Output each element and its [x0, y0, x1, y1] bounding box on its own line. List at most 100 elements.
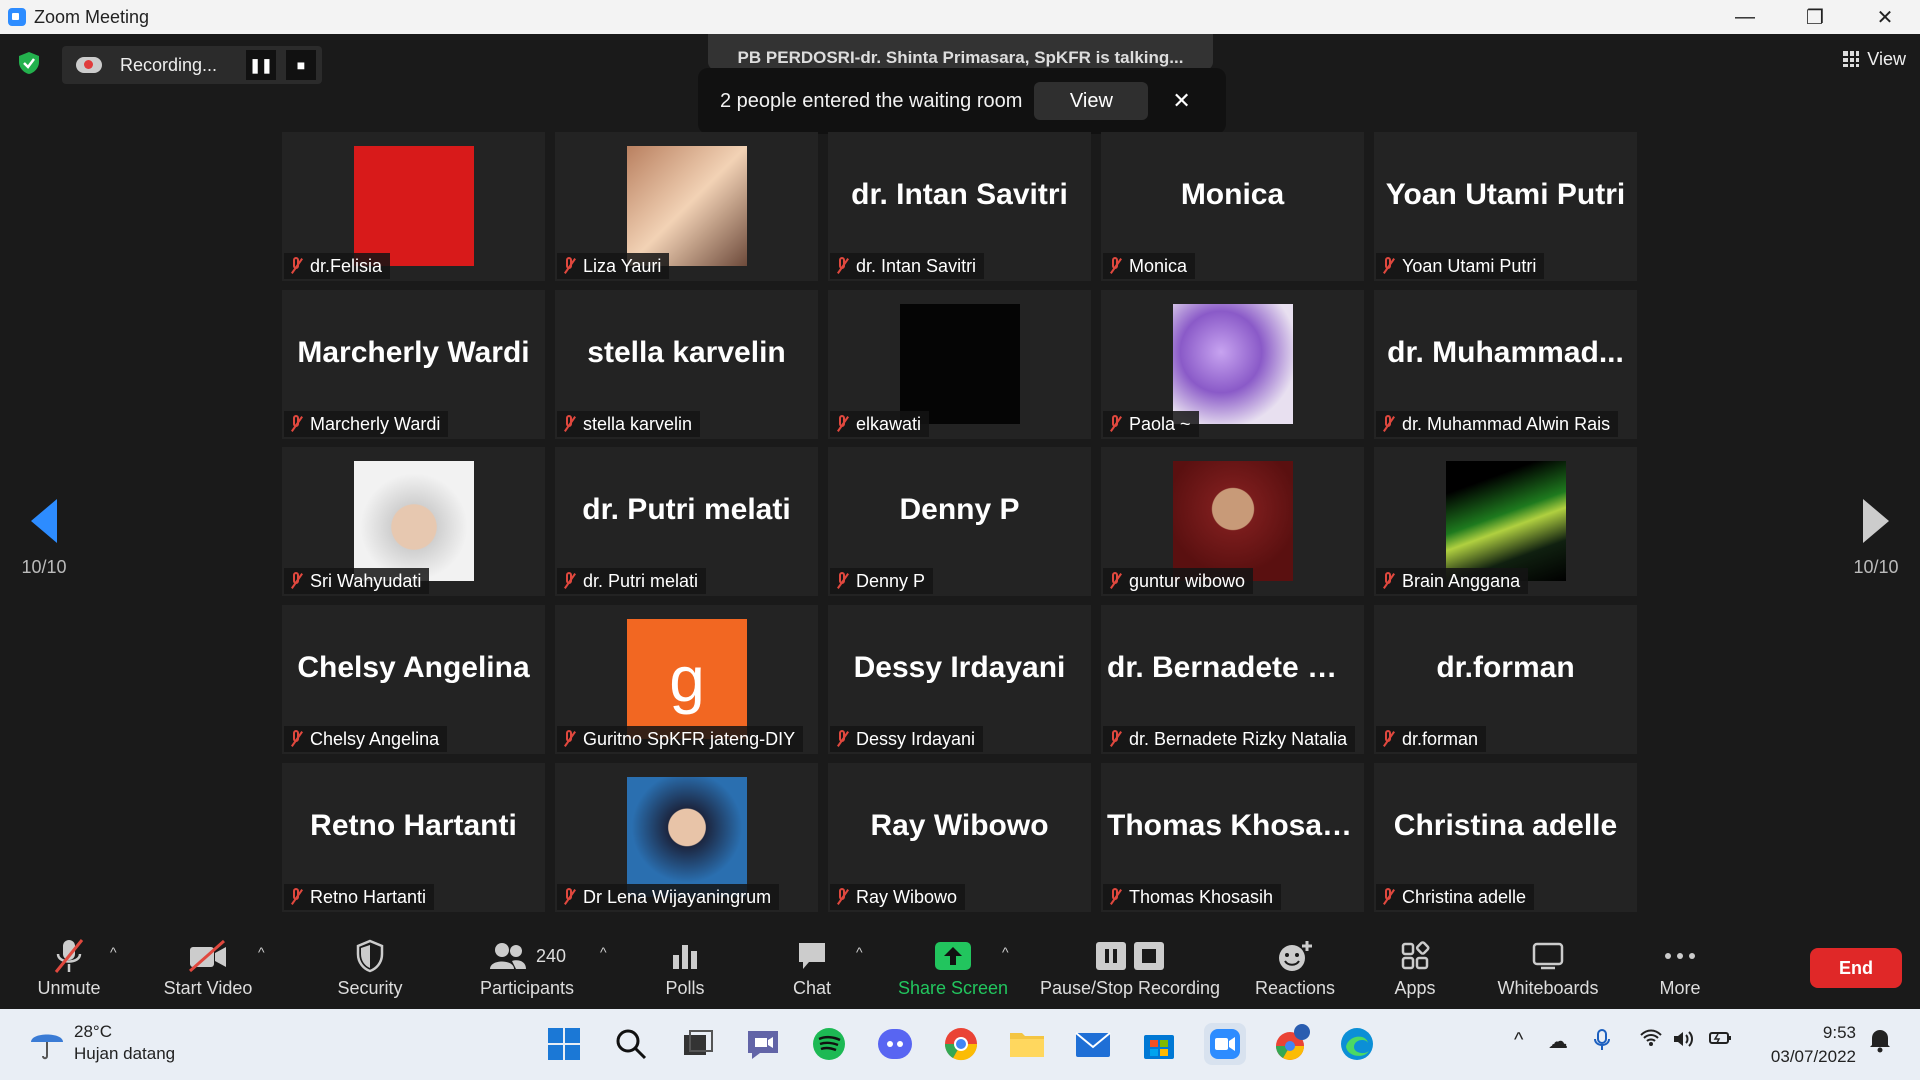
participants-button[interactable]: 240 Participants: [472, 936, 582, 999]
participant-tile[interactable]: dr.forman dr.forman: [1374, 605, 1637, 754]
whiteboards-label: Whiteboards: [1497, 978, 1599, 998]
edge-icon[interactable]: [1336, 1023, 1378, 1065]
weather-widget[interactable]: 28°C Hujan datang: [28, 1021, 175, 1065]
participant-tile[interactable]: elkawati: [828, 290, 1091, 439]
wifi-icon[interactable]: [1640, 1029, 1662, 1053]
participant-name-label: Paola ~: [1103, 411, 1199, 437]
system-clock[interactable]: 9:53 03/07/2022: [1758, 1021, 1856, 1069]
end-meeting-button[interactable]: End: [1810, 948, 1902, 988]
participant-tile[interactable]: dr. Bernadete Ri... dr. Bernadete Rizky N…: [1101, 605, 1364, 754]
participant-name-label: Dessy Irdayani: [830, 726, 984, 752]
participant-tile[interactable]: guntur wibowo: [1101, 447, 1364, 596]
participant-name: dr. Bernadete Rizky Natalia: [1129, 728, 1348, 749]
pause-recording-button[interactable]: ❚❚: [246, 50, 276, 80]
windows-start-icon[interactable]: [543, 1023, 585, 1065]
show-hidden-icons-chevron-icon[interactable]: ^: [1514, 1029, 1523, 1052]
file-explorer-icon[interactable]: [1006, 1023, 1048, 1065]
participant-tile[interactable]: Dr Lena Wijayaningrum: [555, 763, 818, 912]
participant-tile[interactable]: Brain Anggana: [1374, 447, 1637, 596]
participant-tile[interactable]: stella karvelin stella karvelin: [555, 290, 818, 439]
chrome-profile-icon[interactable]: [1270, 1023, 1312, 1065]
participant-name: Sri Wahyudati: [310, 570, 422, 591]
muted-mic-icon: [1382, 888, 1394, 906]
whiteboards-button[interactable]: Whiteboards: [1492, 936, 1604, 999]
security-button[interactable]: Security: [330, 936, 410, 999]
participant-tile[interactable]: Retno Hartanti Retno Hartanti: [282, 763, 545, 912]
encryption-shield-icon[interactable]: [16, 50, 42, 76]
participant-display-name: Chelsy Angelina: [297, 651, 530, 684]
polls-button[interactable]: Polls: [654, 936, 716, 999]
reactions-button[interactable]: Reactions: [1250, 936, 1340, 999]
participant-tile[interactable]: dr. Intan Savitri dr. Intan Savitri: [828, 132, 1091, 281]
whiteboard-icon: [1492, 936, 1604, 976]
onedrive-cloud-icon[interactable]: ☁: [1548, 1029, 1568, 1054]
chrome-icon[interactable]: [940, 1023, 982, 1065]
participant-tile[interactable]: dr. Putri melati dr. Putri melati: [555, 447, 818, 596]
volume-icon[interactable]: [1672, 1029, 1696, 1055]
participant-tile[interactable]: Thomas Khosasih Thomas Khosasih: [1101, 763, 1364, 912]
task-view-icon[interactable]: [676, 1023, 718, 1065]
discord-icon[interactable]: [874, 1023, 916, 1065]
view-menu-button[interactable]: View: [1843, 44, 1906, 74]
participant-name: Dessy Irdayani: [856, 728, 976, 749]
microsoft-store-icon[interactable]: [1138, 1023, 1180, 1065]
close-window-button[interactable]: ✕: [1850, 0, 1920, 34]
participant-name: Ray Wibowo: [856, 886, 958, 907]
stop-recording-button[interactable]: ■: [286, 50, 316, 80]
previous-page-button[interactable]: 10/10: [14, 499, 74, 578]
participant-tile[interactable]: Denny P Denny P: [828, 447, 1091, 596]
participant-tile[interactable]: dr. Muhammad... dr. Muhammad Alwin Rais: [1374, 290, 1637, 439]
participant-tile[interactable]: Ray Wibowo Ray Wibowo: [828, 763, 1091, 912]
chat-button[interactable]: Chat: [782, 936, 842, 999]
participant-tile[interactable]: Liza Yauri: [555, 132, 818, 281]
participant-tile[interactable]: dr.Felisia: [282, 132, 545, 281]
pause-stop-recording-button[interactable]: Pause/Stop Recording: [1038, 936, 1222, 999]
video-options-chevron-icon[interactable]: ^: [258, 944, 265, 960]
participant-name-label: dr.forman: [1376, 726, 1487, 752]
muted-mic-icon: [836, 257, 848, 275]
participant-tile[interactable]: Christina adelle Christina adelle: [1374, 763, 1637, 912]
minimize-button[interactable]: —: [1710, 0, 1780, 34]
waiting-room-notification: 2 people entered the waiting room View ✕: [698, 68, 1226, 134]
participant-tile[interactable]: Chelsy Angelina Chelsy Angelina: [282, 605, 545, 754]
participant-tile[interactable]: Dessy Irdayani Dessy Irdayani: [828, 605, 1091, 754]
participant-tile[interactable]: g Guritno SpKFR jateng-DIY: [555, 605, 818, 754]
close-notification-icon[interactable]: ✕: [1172, 88, 1190, 114]
participant-tile[interactable]: Sri Wahyudati: [282, 447, 545, 596]
more-label: More: [1659, 978, 1701, 998]
start-video-button[interactable]: Start Video: [158, 936, 258, 999]
microphone-icon[interactable]: [1594, 1029, 1610, 1057]
teams-chat-icon[interactable]: [742, 1023, 784, 1065]
participant-tile[interactable]: Yoan Utami Putri Yoan Utami Putri: [1374, 132, 1637, 281]
share-options-chevron-icon[interactable]: ^: [1002, 944, 1009, 960]
participant-name: Brain Anggana: [1402, 570, 1521, 591]
participant-tile[interactable]: Marcherly Wardi Marcherly Wardi: [282, 290, 545, 439]
chat-options-chevron-icon[interactable]: ^: [856, 944, 863, 960]
unmute-button[interactable]: Unmute: [28, 936, 110, 999]
spotify-icon[interactable]: [808, 1023, 850, 1065]
participants-options-chevron-icon[interactable]: ^: [600, 944, 607, 960]
participant-display-name: dr. Intan Savitri: [851, 178, 1068, 211]
participant-name-label: Guritno SpKFR jateng-DIY: [557, 726, 804, 752]
view-waiting-room-button[interactable]: View: [1034, 82, 1149, 120]
participant-tile[interactable]: Monica Monica: [1101, 132, 1364, 281]
participant-tile[interactable]: Paola ~: [1101, 290, 1364, 439]
notification-bell-icon[interactable]: [1868, 1027, 1892, 1059]
more-button[interactable]: More: [1652, 936, 1708, 999]
participant-name-label: dr. Muhammad Alwin Rais: [1376, 411, 1619, 437]
participant-display-name: Monica: [1180, 178, 1285, 211]
audio-options-chevron-icon[interactable]: ^: [110, 944, 117, 960]
mail-icon[interactable]: [1072, 1023, 1114, 1065]
participant-display-name: dr. Bernadete Ri...: [1107, 651, 1363, 684]
participant-name-label: Brain Anggana: [1376, 568, 1529, 594]
next-page-button[interactable]: 10/10: [1846, 499, 1906, 578]
security-label: Security: [337, 978, 403, 998]
battery-charging-icon[interactable]: [1708, 1029, 1732, 1053]
apps-button[interactable]: Apps: [1388, 936, 1442, 999]
search-icon[interactable]: [610, 1023, 652, 1065]
participant-name-label: Marcherly Wardi: [284, 411, 449, 437]
share-screen-button[interactable]: Share Screen: [896, 936, 1010, 999]
restore-button[interactable]: ❐: [1780, 0, 1850, 34]
avatar: [627, 777, 747, 897]
zoom-taskbar-icon[interactable]: [1204, 1023, 1246, 1065]
